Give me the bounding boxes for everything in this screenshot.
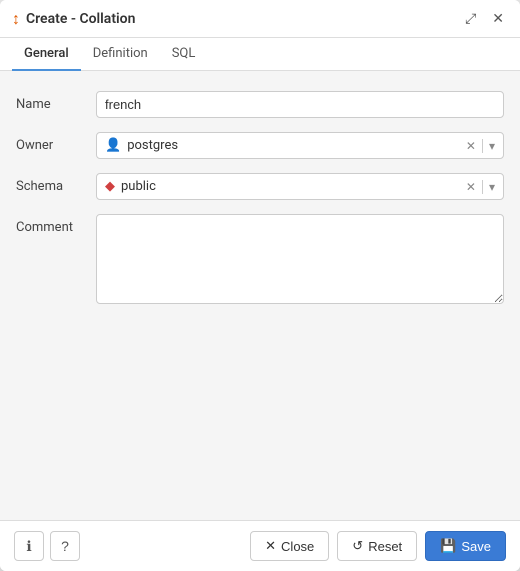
reset-label: Reset bbox=[368, 539, 402, 554]
name-control bbox=[96, 91, 504, 118]
help-icon: ? bbox=[61, 538, 69, 554]
schema-label: Schema bbox=[16, 173, 96, 194]
name-label: Name bbox=[16, 91, 96, 112]
dialog-title: Create - Collation bbox=[26, 11, 135, 27]
dialog-close-icon: ✕ bbox=[492, 10, 504, 26]
schema-select-actions: ✕ ▾ bbox=[466, 180, 495, 194]
footer-right: ✕ Close ↺ Reset 💾 Save bbox=[250, 531, 506, 561]
reset-icon: ↺ bbox=[352, 538, 363, 554]
owner-row: Owner 👤 postgres ✕ ▾ bbox=[16, 132, 504, 159]
owner-dropdown-icon[interactable]: ▾ bbox=[489, 139, 495, 153]
comment-label: Comment bbox=[16, 214, 96, 235]
save-label: Save bbox=[461, 539, 491, 554]
help-button[interactable]: ? bbox=[50, 531, 80, 561]
owner-value: postgres bbox=[127, 138, 178, 153]
owner-user-icon: 👤 bbox=[105, 138, 121, 153]
expand-button[interactable]: ⤢ bbox=[461, 8, 480, 29]
schema-row: Schema ◆ public ✕ ▾ bbox=[16, 173, 504, 200]
info-icon: ℹ bbox=[26, 538, 31, 555]
title-bar: ↕ Create - Collation ⤢ ✕ bbox=[0, 0, 520, 38]
close-label: Close bbox=[281, 539, 314, 554]
owner-select[interactable]: 👤 postgres ✕ ▾ bbox=[96, 132, 504, 159]
footer: ℹ ? ✕ Close ↺ Reset 💾 Save bbox=[0, 520, 520, 571]
owner-control: 👤 postgres ✕ ▾ bbox=[96, 132, 504, 159]
owner-divider bbox=[482, 139, 483, 153]
reset-button[interactable]: ↺ Reset bbox=[337, 531, 417, 561]
owner-select-actions: ✕ ▾ bbox=[466, 139, 495, 153]
owner-clear-icon[interactable]: ✕ bbox=[466, 139, 476, 153]
tab-definition-label: Definition bbox=[93, 46, 148, 61]
tab-sql-label: SQL bbox=[172, 46, 196, 61]
schema-control: ◆ public ✕ ▾ bbox=[96, 173, 504, 200]
save-button[interactable]: 💾 Save bbox=[425, 531, 506, 561]
schema-divider bbox=[482, 180, 483, 194]
dialog-close-button[interactable]: ✕ bbox=[488, 8, 508, 29]
comment-row: Comment bbox=[16, 214, 504, 308]
owner-label: Owner bbox=[16, 132, 96, 153]
close-button[interactable]: ✕ Close bbox=[250, 531, 329, 561]
schema-clear-icon[interactable]: ✕ bbox=[466, 180, 476, 194]
form-content: Name Owner 👤 postgres ✕ ▾ bbox=[0, 71, 520, 520]
save-icon: 💾 bbox=[440, 538, 456, 554]
tab-general[interactable]: General bbox=[12, 38, 81, 71]
title-actions: ⤢ ✕ bbox=[461, 8, 508, 29]
info-button[interactable]: ℹ bbox=[14, 531, 44, 561]
schema-select-left: ◆ public bbox=[105, 179, 156, 194]
name-row: Name bbox=[16, 91, 504, 118]
collation-icon: ↕ bbox=[12, 9, 20, 29]
close-x-icon: ✕ bbox=[265, 538, 276, 554]
comment-input[interactable] bbox=[96, 214, 504, 304]
footer-left: ℹ ? bbox=[14, 531, 80, 561]
schema-diamond-icon: ◆ bbox=[105, 179, 115, 194]
owner-select-left: 👤 postgres bbox=[105, 138, 178, 153]
tab-general-label: General bbox=[24, 46, 69, 61]
schema-select[interactable]: ◆ public ✕ ▾ bbox=[96, 173, 504, 200]
title-left: ↕ Create - Collation bbox=[12, 9, 135, 29]
tab-definition[interactable]: Definition bbox=[81, 38, 160, 71]
comment-control bbox=[96, 214, 504, 308]
tab-sql[interactable]: SQL bbox=[160, 38, 208, 71]
schema-dropdown-icon[interactable]: ▾ bbox=[489, 180, 495, 194]
name-input[interactable] bbox=[96, 91, 504, 118]
expand-icon: ⤢ bbox=[465, 10, 476, 26]
create-collation-dialog: ↕ Create - Collation ⤢ ✕ General Definit… bbox=[0, 0, 520, 571]
tab-bar: General Definition SQL bbox=[0, 38, 520, 71]
schema-value: public bbox=[121, 179, 156, 194]
